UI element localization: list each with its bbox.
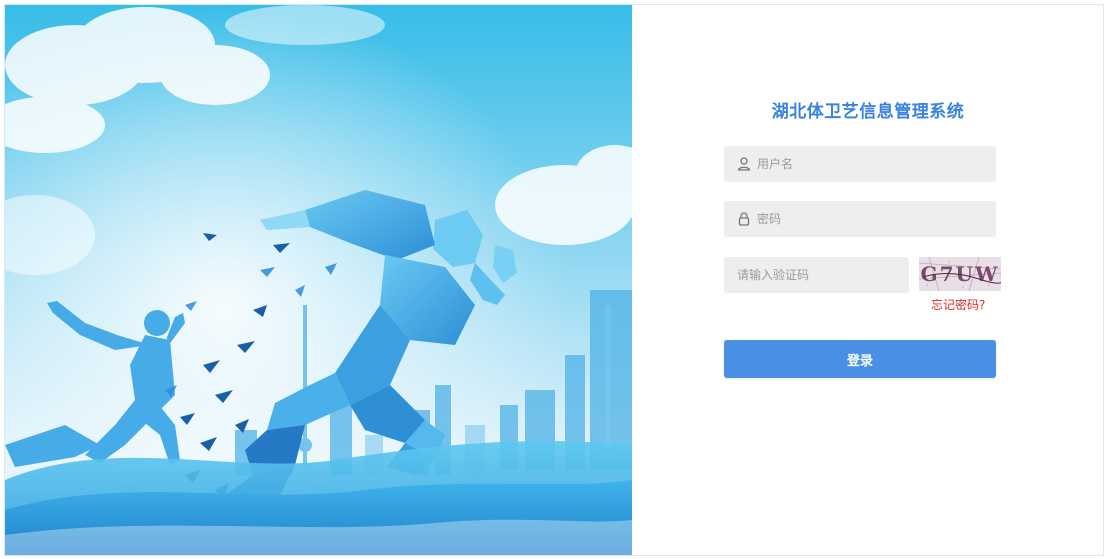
password-input[interactable] [757,201,987,237]
captcha-field[interactable] [724,257,909,293]
login-button[interactable]: 登录 [724,340,996,378]
username-input[interactable] [757,146,987,182]
user-icon [736,156,752,172]
password-field[interactable] [724,201,996,237]
hero-illustration [5,5,632,555]
forgot-password-link[interactable]: 忘记密码? [931,296,985,313]
captcha-image[interactable]: G7UW [918,256,1004,292]
username-field[interactable] [724,146,996,182]
captcha-input[interactable] [737,257,902,293]
page-title: 湖北体卫艺信息管理系统 [771,102,965,122]
page-frame: 湖北体卫艺信息管理系统 用户名 请输入验证码 G7UW 忘记密码? 登录 [4,4,1104,556]
login-panel: 湖北体卫艺信息管理系统 用户名 请输入验证码 G7UW 忘记密码? 登录 [632,5,1103,555]
lock-icon [736,211,752,227]
